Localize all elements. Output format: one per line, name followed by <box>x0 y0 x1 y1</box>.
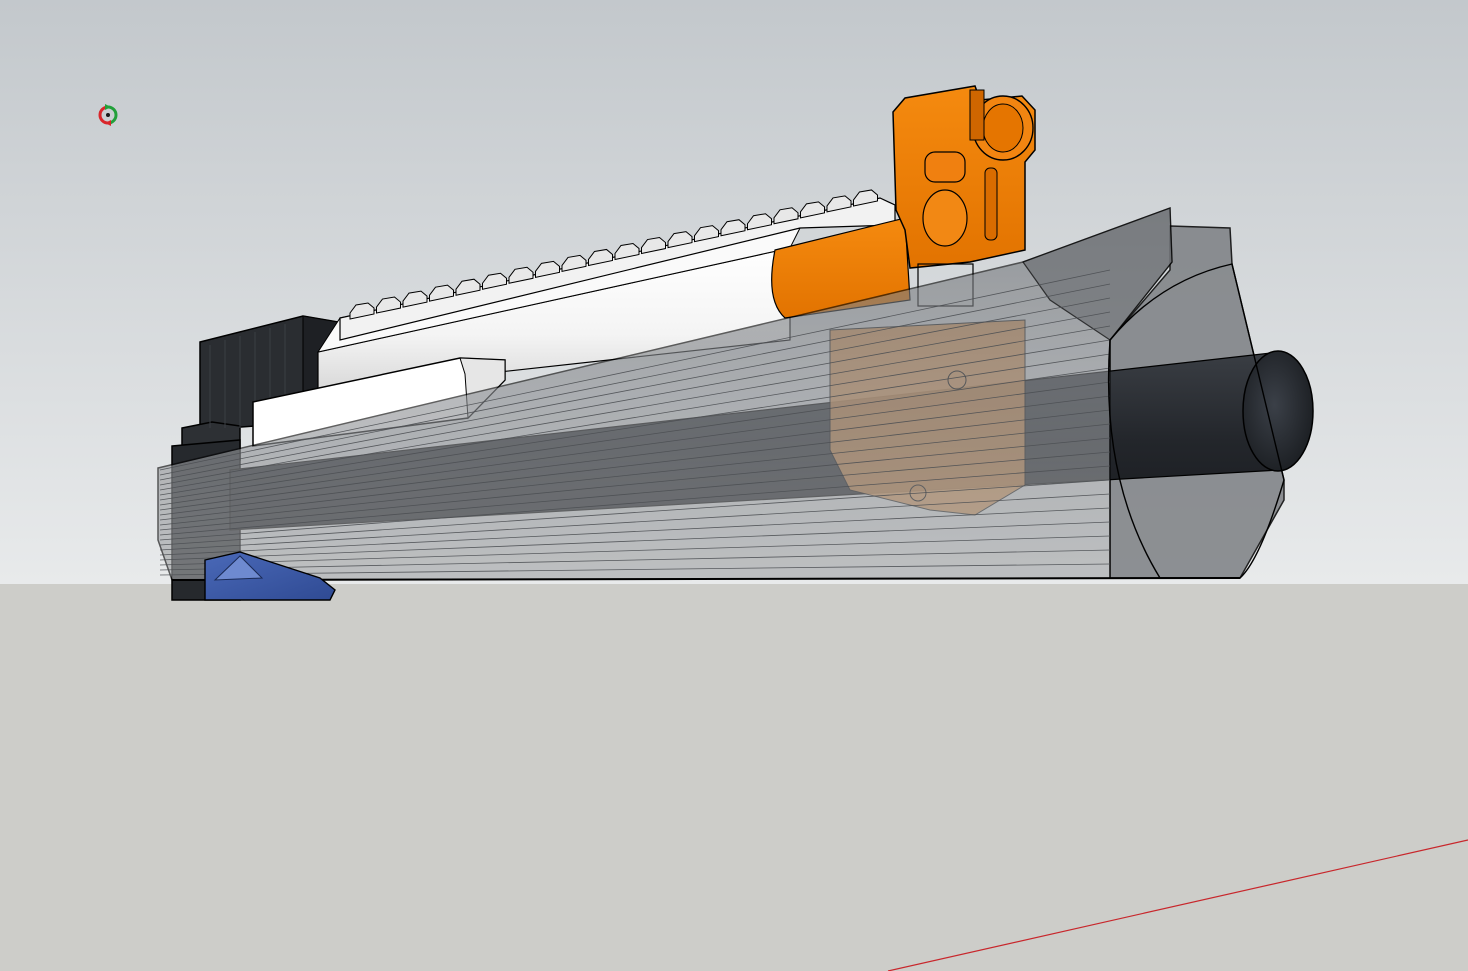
ground-plane <box>0 584 1468 971</box>
orbit-icon <box>98 104 118 126</box>
sketchup-viewport[interactable] <box>0 0 1468 971</box>
3d-scene[interactable] <box>0 0 1468 971</box>
